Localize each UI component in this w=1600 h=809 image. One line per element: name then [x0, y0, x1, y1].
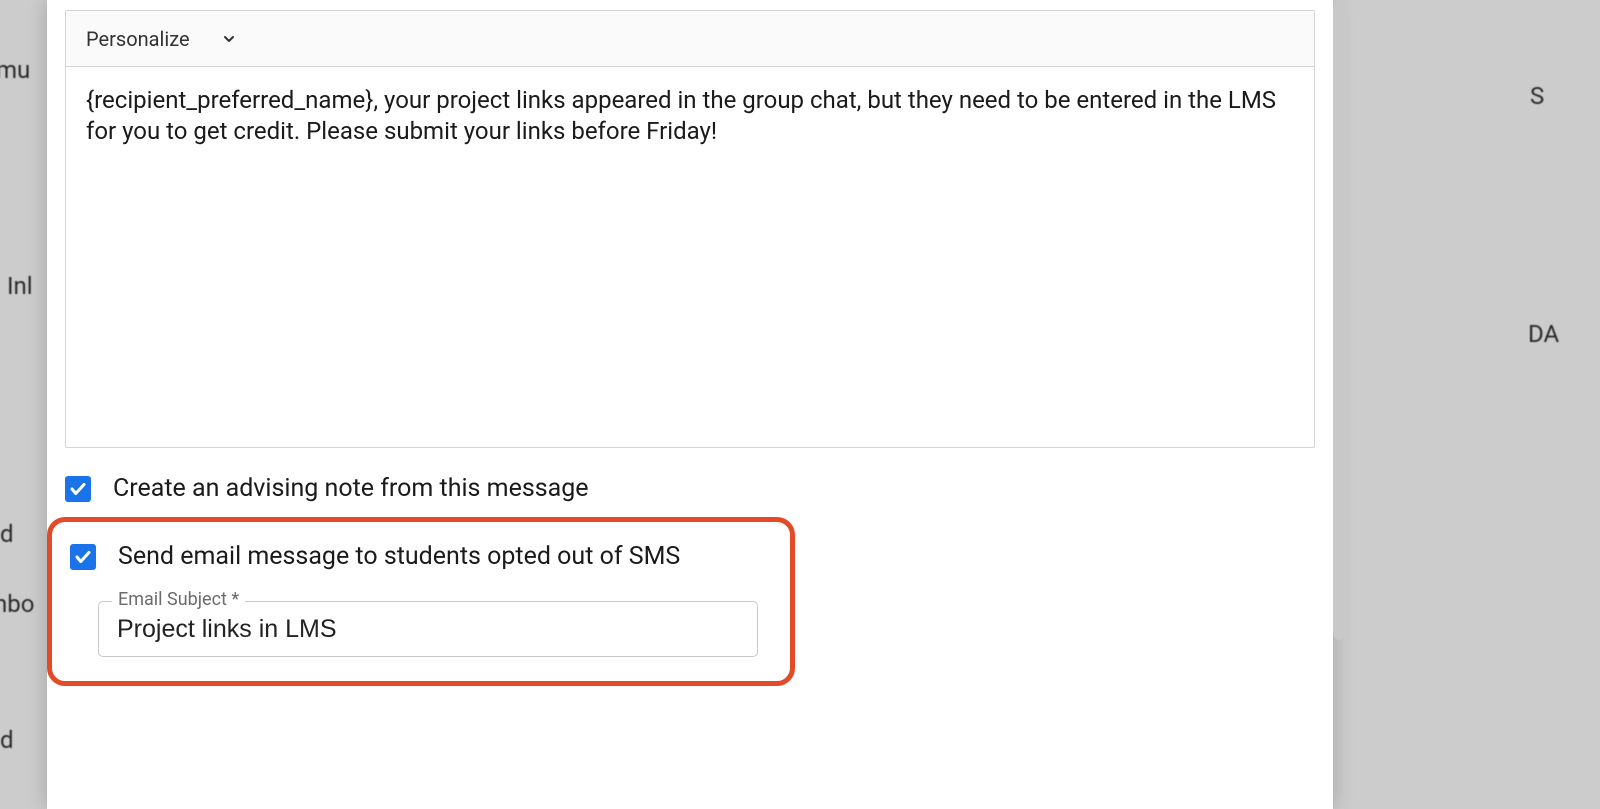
email-subject-field-wrapper: Email Subject * — [98, 601, 758, 657]
create-advising-note-checkbox[interactable] — [65, 476, 91, 502]
background-text-fragment: DA — [1528, 320, 1559, 348]
editor-toolbar: Personalize — [66, 11, 1314, 67]
message-body-textarea[interactable]: {recipient_preferred_name}, your project… — [66, 67, 1314, 447]
background-text-fragment: d — [0, 520, 14, 548]
send-email-optout-label: Send email message to students opted out… — [118, 542, 680, 571]
background-text-fragment: nbo — [0, 590, 34, 618]
create-advising-note-label: Create an advising note from this messag… — [113, 474, 589, 503]
message-options: Create an advising note from this messag… — [47, 448, 1333, 686]
background-text-fragment: mu — [0, 56, 30, 84]
create-advising-note-row: Create an advising note from this messag… — [65, 474, 1315, 503]
modal-scrollbar[interactable] — [1333, 0, 1347, 640]
background-text-fragment: d — [0, 726, 14, 754]
background-text-fragment: Inl — [7, 272, 33, 300]
personalize-dropdown[interactable]: Personalize — [86, 27, 238, 51]
send-email-optout-checkbox[interactable] — [70, 544, 96, 570]
email-subject-label: Email Subject * — [112, 589, 245, 610]
compose-message-panel: Personalize {recipient_preferred_name}, … — [47, 0, 1333, 809]
background-text-fragment: S — [1530, 82, 1544, 110]
personalize-dropdown-label: Personalize — [86, 27, 190, 51]
send-email-optout-highlight: Send email message to students opted out… — [47, 517, 795, 686]
chevron-down-icon — [220, 30, 238, 48]
message-editor: Personalize {recipient_preferred_name}, … — [65, 10, 1315, 448]
send-email-optout-row: Send email message to students opted out… — [66, 542, 776, 571]
